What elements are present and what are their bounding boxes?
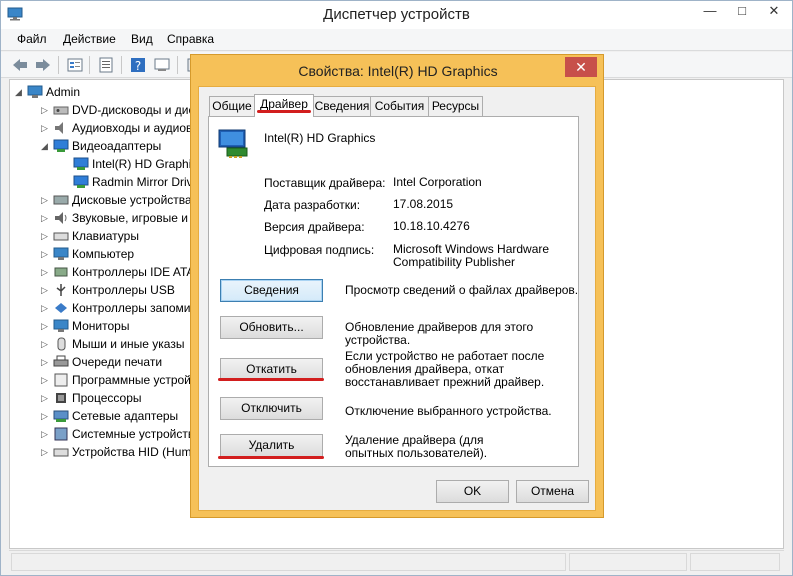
display-adapter-icon bbox=[53, 139, 69, 152]
uninstall-highlight bbox=[218, 456, 324, 459]
expand-arrow-icon[interactable]: ▷ bbox=[41, 335, 51, 353]
storage-controller-icon bbox=[55, 303, 67, 313]
tab-details[interactable]: Сведения bbox=[313, 96, 371, 116]
driver-details-description: Просмотр сведений о файлах драйверов. bbox=[345, 283, 579, 297]
digital-signer-value: Microsoft Windows Hardware Compatibility… bbox=[393, 242, 550, 269]
properties-icon[interactable] bbox=[66, 56, 84, 74]
driver-provider-value: Intel Corporation bbox=[393, 175, 482, 189]
expand-arrow-icon[interactable]: ▷ bbox=[41, 191, 51, 209]
expand-arrow-icon[interactable]: ▷ bbox=[41, 353, 51, 371]
toolbar-separator bbox=[89, 56, 90, 74]
expand-arrow-icon[interactable]: ▷ bbox=[41, 317, 51, 335]
system-device-icon bbox=[54, 427, 68, 441]
update-driver-description: Обновление драйверов для этого устройств… bbox=[345, 320, 534, 347]
window-title: Диспетчер устройств bbox=[323, 6, 470, 23]
driver-tab-highlight bbox=[257, 110, 311, 113]
monitor-icon bbox=[53, 319, 69, 332]
roll-back-highlight bbox=[218, 378, 324, 381]
status-cell bbox=[690, 553, 780, 571]
toolbar-separator bbox=[121, 56, 122, 74]
expand-arrow-icon[interactable]: ▷ bbox=[41, 119, 51, 137]
collapse-arrow-icon[interactable]: ◢ bbox=[15, 83, 25, 101]
tab-general[interactable]: Общие bbox=[209, 96, 255, 116]
status-cell bbox=[569, 553, 687, 571]
computer-icon bbox=[53, 247, 69, 260]
expand-arrow-icon[interactable]: ▷ bbox=[41, 389, 51, 407]
status-cell bbox=[11, 553, 566, 571]
help-icon[interactable]: ? bbox=[129, 56, 147, 74]
expand-arrow-icon[interactable]: ▷ bbox=[41, 281, 51, 299]
digital-signer-label: Цифровая подпись: bbox=[264, 243, 375, 257]
expand-arrow-icon[interactable]: ▷ bbox=[41, 245, 51, 263]
expand-arrow-icon[interactable]: ▷ bbox=[41, 425, 51, 443]
display-adapter-icon bbox=[73, 175, 89, 188]
uninstall-driver-description: Удаление драйвера (для опытных пользоват… bbox=[345, 433, 488, 460]
dialog-title: Свойства: Intel(R) HD Graphics bbox=[298, 63, 498, 79]
hid-icon bbox=[53, 448, 69, 457]
driver-date-value: 17.08.2015 bbox=[393, 197, 454, 211]
driver-version-value: 10.18.10.4276 bbox=[393, 219, 470, 233]
maximize-button[interactable]: □ bbox=[728, 1, 756, 23]
back-arrow-icon[interactable] bbox=[11, 56, 29, 74]
status-bar bbox=[9, 550, 784, 572]
expand-arrow-icon[interactable]: ▷ bbox=[41, 443, 51, 461]
uninstall-driver-button[interactable]: Удалить bbox=[220, 434, 323, 457]
keyboard-icon bbox=[53, 232, 69, 241]
toolbar-separator bbox=[177, 56, 178, 74]
software-device-icon bbox=[54, 373, 68, 387]
expand-arrow-icon[interactable]: ▷ bbox=[41, 227, 51, 245]
close-button[interactable]: ✕ bbox=[758, 1, 790, 23]
tab-events[interactable]: События bbox=[370, 96, 429, 116]
ide-controller-icon bbox=[54, 267, 68, 277]
dvd-drive-icon bbox=[53, 106, 69, 115]
driver-provider-label: Поставщик драйвера: bbox=[264, 176, 386, 190]
list-view-icon[interactable] bbox=[97, 56, 115, 74]
dialog-close-button[interactable]: ✕ bbox=[565, 57, 597, 77]
computer-icon bbox=[27, 85, 43, 98]
forward-arrow-icon[interactable] bbox=[34, 56, 52, 74]
expand-arrow-icon[interactable]: ▷ bbox=[41, 263, 51, 281]
tab-resources[interactable]: Ресурсы bbox=[428, 96, 483, 116]
expand-arrow-icon[interactable]: ▷ bbox=[41, 407, 51, 425]
disable-device-description: Отключение выбранного устройства. bbox=[345, 404, 552, 418]
cancel-button[interactable]: Отмена bbox=[516, 480, 589, 503]
menu-action[interactable]: Действие bbox=[63, 32, 116, 46]
minimize-button[interactable]: — bbox=[696, 1, 724, 23]
driver-details-button[interactable]: Сведения bbox=[220, 279, 323, 302]
sound-icon bbox=[55, 212, 67, 224]
processor-icon bbox=[56, 393, 66, 403]
svg-text:?: ? bbox=[135, 59, 141, 73]
menu-file[interactable]: Файл bbox=[17, 32, 47, 46]
tab-driver[interactable]: Драйвер bbox=[254, 94, 314, 117]
display-adapter-icon bbox=[73, 157, 89, 170]
menu-view[interactable]: Вид bbox=[131, 32, 153, 46]
title-bar[interactable]: Диспетчер устройств — □ ✕ bbox=[1, 1, 792, 29]
menu-bar: Файл Действие Вид Справка bbox=[1, 29, 792, 51]
toolbar-separator bbox=[58, 56, 59, 74]
roll-back-driver-description: Если устройство не работает после обновл… bbox=[345, 349, 545, 389]
expand-arrow-icon[interactable]: ▷ bbox=[41, 209, 51, 227]
audio-icon bbox=[55, 122, 63, 134]
expand-arrow-icon[interactable]: ▷ bbox=[41, 371, 51, 389]
disk-icon bbox=[53, 195, 69, 205]
mouse-icon bbox=[57, 337, 66, 351]
printer-icon bbox=[53, 355, 69, 367]
properties-dialog: Свойства: Intel(R) HD Graphics ✕ Общие Д… bbox=[190, 54, 604, 518]
collapse-arrow-icon[interactable]: ◢ bbox=[41, 137, 51, 155]
driver-date-label: Дата разработки: bbox=[264, 198, 361, 212]
network-icon bbox=[53, 410, 69, 422]
disable-device-button[interactable]: Отключить bbox=[220, 397, 323, 420]
device-icon[interactable] bbox=[153, 56, 171, 74]
menu-help[interactable]: Справка bbox=[167, 32, 214, 46]
device-name: Intel(R) HD Graphics bbox=[264, 131, 376, 145]
update-driver-button[interactable]: Обновить... bbox=[220, 316, 323, 339]
usb-icon bbox=[56, 284, 66, 296]
expand-arrow-icon[interactable]: ▷ bbox=[41, 299, 51, 317]
driver-version-label: Версия драйвера: bbox=[264, 220, 365, 234]
display-adapter-icon bbox=[218, 129, 248, 158]
expand-arrow-icon[interactable]: ▷ bbox=[41, 101, 51, 119]
ok-button[interactable]: OK bbox=[436, 480, 509, 503]
